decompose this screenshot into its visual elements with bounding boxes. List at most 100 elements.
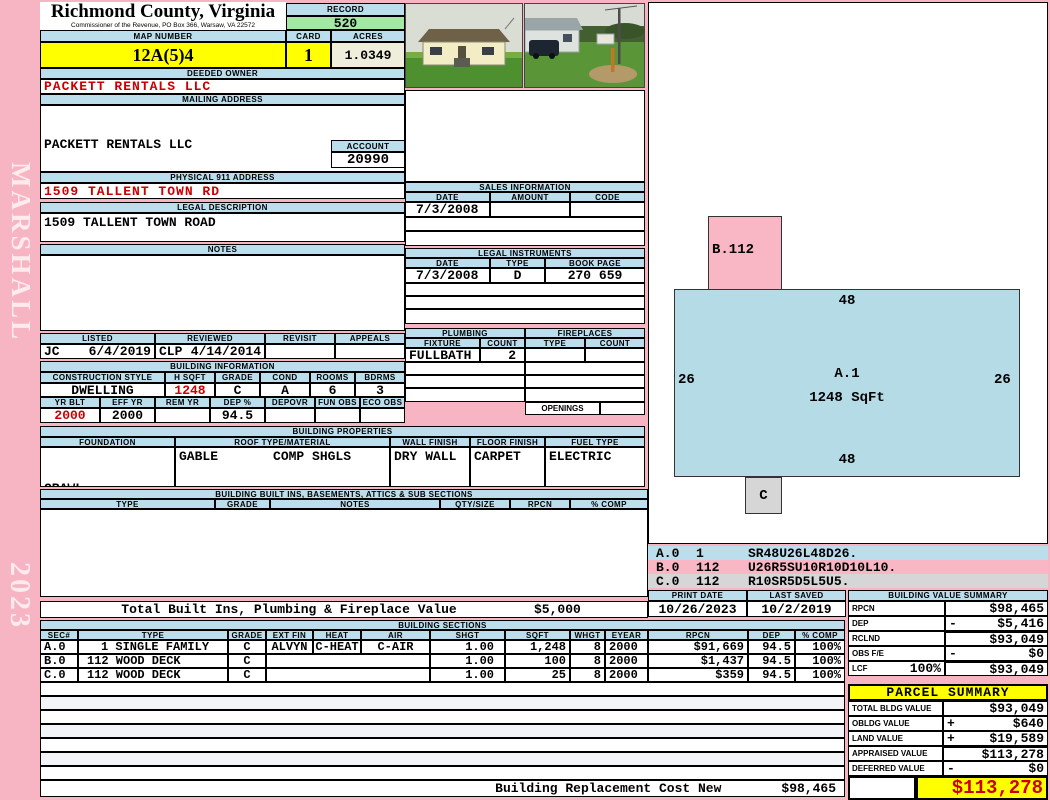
yrblt-label: YR BLT (40, 397, 100, 408)
legend-trace: R10SR5D5L5U5. (748, 573, 850, 589)
cond-value: A (260, 383, 310, 397)
section-row-cell: 8 (570, 668, 605, 682)
county-header: Richmond County, Virginia Commissioner o… (40, 2, 286, 30)
section-empty-row (40, 752, 845, 766)
section-row-cell: C (228, 640, 266, 654)
parcel-amount: $19,589 (989, 731, 1044, 746)
property-photo-side[interactable] (524, 3, 645, 88)
foundation-label: FOUNDATION (40, 437, 175, 447)
hsqft-value: 1248 (165, 383, 215, 397)
county-title: Richmond County, Virginia (50, 1, 276, 22)
parcel-label: OBLDG VALUE (848, 716, 943, 731)
extfin-col-label: EXT FIN (266, 630, 313, 640)
eyear-col-label: EYEAR (605, 630, 648, 640)
remyr-label: REM YR (155, 397, 210, 408)
parcel-op: + (947, 716, 955, 731)
section-empty-row (40, 766, 845, 780)
legal-description-label: LEGAL DESCRIPTION (40, 202, 405, 213)
section-row-cell: 94.5 (748, 640, 795, 654)
parcel-op: - (947, 761, 955, 776)
legend-row-a: A.0 1 SR48U26L48D26. (648, 546, 1048, 561)
sketch-section-b-label: B.112 (712, 242, 755, 258)
reviewed-value: CLP 4/14/2014 (155, 344, 265, 359)
section-row-cell: 1.00 (430, 654, 505, 668)
section-row-cell: C (228, 654, 266, 668)
vs-rpcn-value: $98,465 (945, 601, 1048, 616)
sales-amount-value (490, 202, 570, 217)
fixture-value: FULLBATH (405, 348, 480, 362)
vs-lcf-pct: 100% (909, 661, 941, 676)
legend-sec: B.0 (656, 559, 680, 575)
builtins-comp-label: % COMP (570, 499, 648, 509)
section-row-cell: 100% (795, 640, 845, 654)
plumbing-title: PLUMBING (405, 328, 525, 338)
grade-col-label: GRADE (228, 630, 266, 640)
wall-finish-value: DRY WALL (390, 447, 470, 487)
map-number-value: 12A(5)4 (40, 42, 286, 68)
roof-type: GABLE (179, 449, 219, 464)
photo-side-scene (524, 4, 645, 87)
fireplaces-empty-row (525, 388, 645, 402)
parcel-value: + $19,589 (943, 731, 1048, 746)
instruments-empty-row (405, 309, 645, 324)
plumbing-empty-row (405, 388, 525, 402)
roof-label: ROOF TYPE/MATERIAL (175, 437, 390, 447)
effyr-label: EFF YR (100, 397, 155, 408)
rpcn-col-label: RPCN (648, 630, 748, 640)
appeals-value (335, 344, 405, 359)
section-row-cell: B.0 (40, 654, 78, 668)
section-row-cell: 8 (570, 640, 605, 654)
parcel-value: $113,278 (943, 746, 1048, 761)
instrument-type-value: D (490, 268, 545, 283)
instrument-book-value: 270 659 (545, 268, 645, 283)
revisit-label: REVISIT (265, 333, 335, 344)
listed-label: LISTED (40, 333, 155, 344)
photo-spare-box (405, 90, 645, 182)
legal-description-value: 1509 TALLENT TOWN ROAD (40, 213, 405, 242)
openings-value (600, 402, 645, 415)
rooms-value: 6 (310, 383, 355, 397)
sections-title: BUILDING SECTIONS (40, 620, 845, 630)
physical-address-label: PHYSICAL 911 ADDRESS (40, 172, 405, 183)
instruments-empty-row (405, 283, 645, 296)
taxable-value-label: TAXABLE VALUE (848, 776, 916, 800)
section-row-cell: $91,669 (648, 640, 748, 654)
section-row-cell: $359 (648, 668, 748, 682)
record-value: 520 (286, 16, 405, 30)
section-row-cell (266, 654, 430, 668)
vendor-watermark: MARSHALL (6, 162, 36, 343)
section-row-cell: C (228, 668, 266, 682)
openings-label: OPENINGS (525, 402, 600, 415)
yrblt-value: 2000 (40, 408, 100, 423)
reviewed-date: 4/14/2014 (190, 344, 261, 359)
parcel-summary-title: PARCEL SUMMARY (848, 684, 1048, 701)
sketch-section-a-label: A.1 (834, 366, 860, 382)
brcn-value: $98,465 (781, 781, 836, 796)
hsqft-label: H SQFT (165, 372, 215, 383)
deeded-owner-label: DEEDED OWNER (40, 68, 405, 79)
builtins-qty-label: QTY/SIZE (440, 499, 510, 509)
builtins-total-value: $5,000 (534, 602, 581, 617)
property-photo-front[interactable] (405, 3, 523, 88)
county-subtitle: Commissioner of the Revenue, PO Box 366,… (71, 22, 255, 29)
notes-box (40, 255, 405, 331)
floor-finish-value: CARPET (470, 447, 545, 487)
section-row-cell: 100% (795, 654, 845, 668)
remyr-value (155, 408, 210, 423)
plumbing-empty-row (405, 362, 525, 375)
section-row-cell: 94.5 (748, 668, 795, 682)
legend-mult: 112 (696, 573, 720, 589)
sqft-col-label: SQFT (505, 630, 570, 640)
fuel-type-value: ELECTRIC (545, 447, 645, 487)
legend-mult: 112 (696, 559, 720, 575)
fixture-count-value: 2 (480, 348, 525, 362)
bdrms-label: BDRMS (355, 372, 405, 383)
whgt-col-label: WHGT (570, 630, 605, 640)
fireplaces-empty-row (525, 362, 645, 375)
fixture-count-label: COUNT (480, 338, 525, 348)
section-row-cell: 2000 (605, 654, 648, 668)
vs-rclnd-value: $93,049 (945, 631, 1048, 646)
building-properties-title: BUILDING PROPERTIES (40, 426, 645, 437)
legend-trace: U26R5SU10R10D10L10. (748, 559, 897, 575)
dep-col-label: DEP (748, 630, 795, 640)
